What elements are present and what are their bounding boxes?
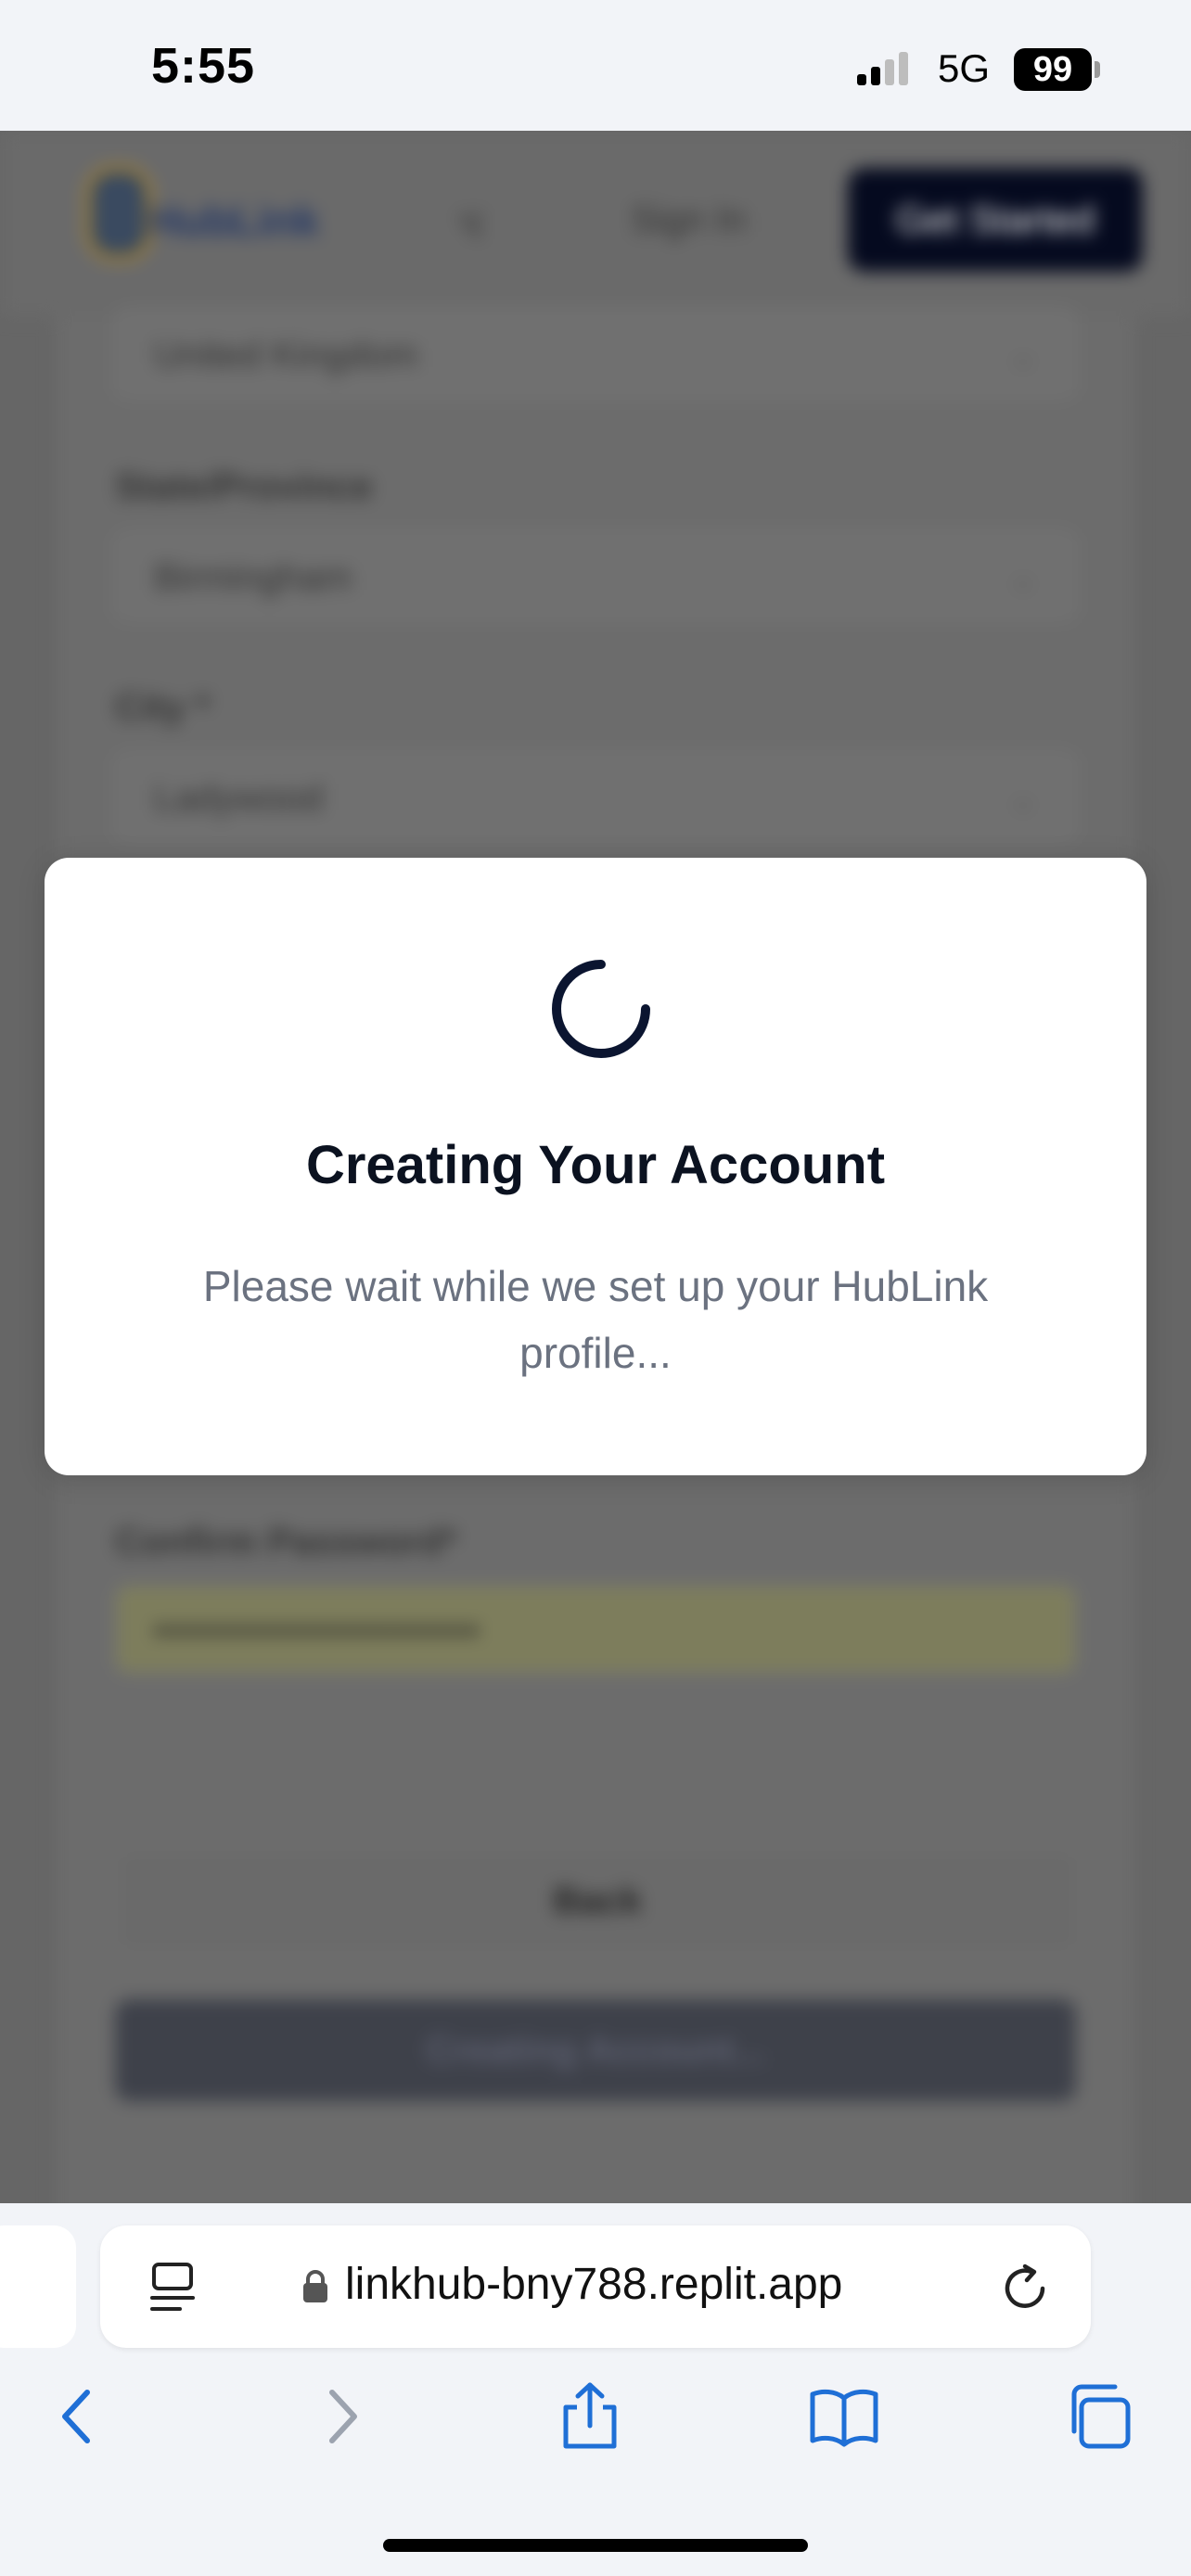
forward-arrow-icon — [329, 2390, 357, 2443]
browser-chrome: linkhub-bny788.replit.app — [0, 2203, 1191, 2576]
status-time: 5:55 — [151, 38, 256, 94]
bookmarks-icon[interactable] — [807, 2379, 881, 2454]
back-arrow-icon[interactable] — [43, 2379, 117, 2454]
creating-account-modal: Creating Your Account Please wait while … — [45, 858, 1146, 1475]
network-type: 5G — [938, 46, 991, 90]
reload-icon[interactable] — [998, 2261, 1054, 2316]
battery-tip — [1095, 61, 1100, 78]
city-value: Ladywood — [154, 778, 324, 819]
modal-message: Please wait while we set up your HubLink… — [202, 1262, 989, 1377]
chevron-down-icon: ⌄ — [1008, 779, 1037, 817]
loading-spinner-icon — [552, 960, 650, 1058]
confirm-password-field[interactable]: •••••••••••••••••••••• — [115, 1585, 1076, 1674]
back-button[interactable]: Back — [115, 1848, 1080, 1954]
chevron-down-icon: ⌄ — [1008, 558, 1037, 596]
modal-title: Creating Your Account — [305, 1135, 886, 1195]
sign-in-link[interactable]: Sign In — [631, 199, 747, 241]
lock-icon — [303, 2270, 327, 2302]
address-bar[interactable]: linkhub-bny788.replit.app — [100, 2225, 1091, 2348]
country-select[interactable]: United Kingdom ⌄ — [115, 309, 1076, 398]
battery-icon: 99 — [1014, 48, 1092, 91]
logo-text: HubLink — [148, 197, 319, 245]
page-menu-icon[interactable] — [148, 2261, 197, 2313]
share-icon[interactable] — [553, 2379, 627, 2454]
url-text[interactable]: linkhub-bny788.replit.app — [345, 2259, 842, 2310]
top-nav: HubLink খ Sign In Get Started — [0, 131, 1191, 316]
logo-icon — [85, 166, 152, 261]
creating-account-button: Creating Account... — [115, 1999, 1076, 2101]
city-select[interactable]: Ladywood ⌄ — [115, 752, 1076, 841]
get-started-button[interactable]: Get Started — [848, 168, 1143, 272]
cellular-signal-icon — [857, 52, 908, 85]
home-indicator — [383, 2539, 808, 2552]
state-value: Birmingham — [154, 557, 352, 598]
city-label: City * — [115, 687, 211, 728]
language-icon[interactable]: খ — [459, 198, 483, 260]
state-select[interactable]: Birmingham ⌄ — [115, 531, 1076, 620]
chevron-down-icon: ⌄ — [1008, 336, 1037, 374]
country-value: United Kingdom — [154, 335, 418, 376]
confirm-password-label: Confirm Password* — [115, 1522, 457, 1562]
tabs-icon[interactable] — [1061, 2379, 1135, 2454]
status-bar: 5:55 5G 99 — [0, 0, 1191, 131]
previous-tab-preview[interactable] — [0, 2225, 76, 2348]
state-label: State/Province — [115, 466, 373, 507]
browser-toolbar — [0, 2379, 1191, 2500]
